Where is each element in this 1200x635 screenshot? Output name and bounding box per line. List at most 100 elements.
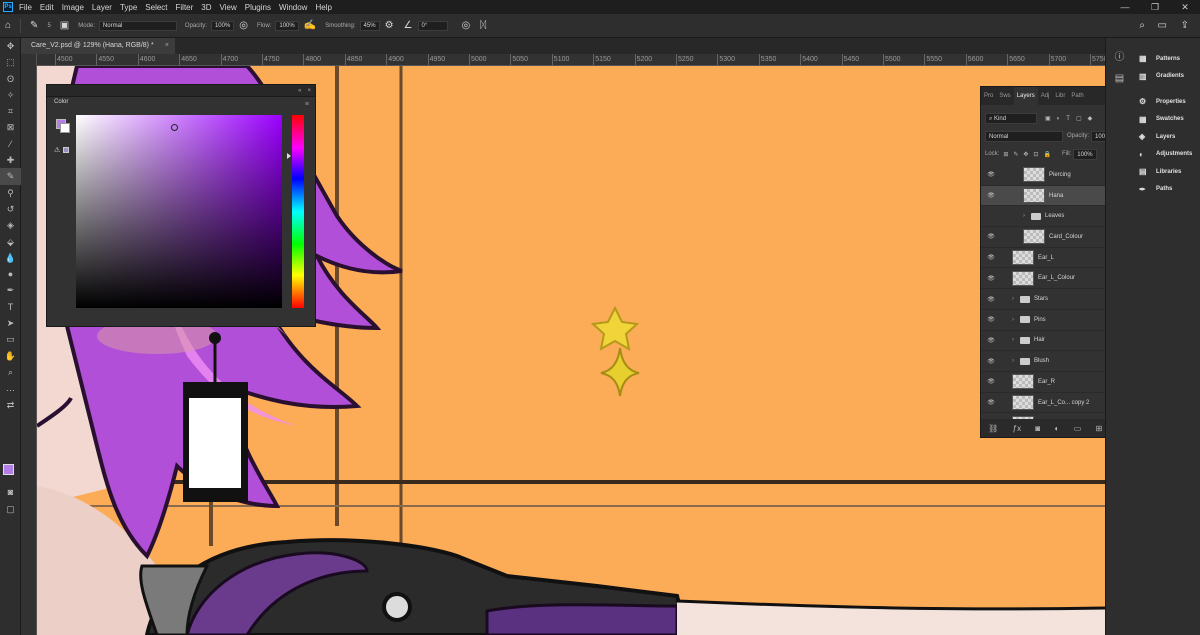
- flow-field[interactable]: 100%: [275, 20, 299, 31]
- share-icon[interactable]: ⇪: [1181, 20, 1189, 31]
- type-tool-icon[interactable]: T: [0, 299, 21, 315]
- history-brush-tool-icon[interactable]: ↺: [0, 201, 21, 217]
- eraser-tool-icon[interactable]: ◈: [0, 217, 21, 233]
- expand-group-chevron-icon[interactable]: ›: [1023, 213, 1031, 219]
- layer-row[interactable]: 👁 Hana: [981, 185, 1125, 207]
- expand-group-chevron-icon[interactable]: ›: [1012, 337, 1020, 343]
- dock-swatches[interactable]: ▦ Swatches: [1133, 111, 1200, 129]
- minimize-button[interactable]: —: [1110, 0, 1140, 14]
- lasso-tool-icon[interactable]: ʘ: [0, 71, 21, 87]
- visibility-eye-icon[interactable]: 👁: [981, 378, 1001, 385]
- layer-row[interactable]: 👁 › Stars: [981, 289, 1125, 310]
- horizontal-ruler[interactable]: 4500 4550 4600 4650 4700 4750 4800 4850 4900 4950…: [37, 54, 1105, 66]
- search-icon[interactable]: ⌕: [1139, 20, 1145, 31]
- expand-group-chevron-icon[interactable]: ›: [1012, 317, 1020, 323]
- layer-kind-filter-select[interactable]: ⌕ Kind: [985, 112, 1037, 124]
- mask-icon[interactable]: ◙: [1035, 424, 1040, 433]
- foreground-color-swatch[interactable]: [3, 464, 14, 475]
- menu-view[interactable]: View: [220, 3, 237, 12]
- layer-thumbnail[interactable]: [1012, 270, 1034, 286]
- more-tools-icon[interactable]: …: [0, 380, 21, 396]
- menu-3d[interactable]: 3D: [201, 3, 211, 12]
- layer-thumbnail[interactable]: [1012, 395, 1034, 411]
- opacity-field[interactable]: 100%: [210, 20, 235, 31]
- hand-tool-icon[interactable]: ✋: [0, 348, 21, 364]
- visibility-eye-icon[interactable]: 👁: [981, 233, 1001, 240]
- new-layer-icon[interactable]: ⊞: [1096, 424, 1103, 433]
- lock-icons[interactable]: ⊞✎✥⊡🔒: [1003, 151, 1056, 158]
- mode-select[interactable]: Normal: [98, 20, 177, 31]
- fx-icon[interactable]: ƒx: [1013, 424, 1021, 433]
- shape-tool-icon[interactable]: ▭: [0, 331, 21, 347]
- out-of-gamut-warning-icon[interactable]: ⚠: [54, 146, 60, 154]
- marquee-tool-icon[interactable]: ⬚: [0, 54, 21, 70]
- folder-icon[interactable]: ▭: [1074, 424, 1082, 433]
- color-panel-background-swatch[interactable]: [60, 123, 70, 133]
- tab-layers[interactable]: Layers: [1013, 87, 1038, 105]
- path-selection-tool-icon[interactable]: ➤: [0, 315, 21, 331]
- visibility-eye-icon[interactable]: 👁: [981, 337, 1001, 344]
- dock-adjustments[interactable]: ◐ Adjustments: [1133, 146, 1200, 164]
- menu-select[interactable]: Select: [145, 3, 167, 12]
- visibility-eye-icon[interactable]: 👁: [981, 254, 1001, 261]
- visibility-eye-icon[interactable]: 👁: [981, 192, 1001, 199]
- dock-libraries[interactable]: ▤ Libraries: [1133, 163, 1200, 181]
- visibility-eye-icon[interactable]: 👁: [981, 358, 1001, 365]
- layer-row[interactable]: 👁 › Pins: [981, 310, 1125, 331]
- zoom-tool-icon[interactable]: ⌕: [0, 364, 21, 380]
- layer-thumbnail[interactable]: [1023, 229, 1045, 245]
- expand-group-chevron-icon[interactable]: ›: [1012, 296, 1020, 302]
- blur-tool-icon[interactable]: 💧: [0, 250, 21, 266]
- visibility-eye-icon[interactable]: 👁: [981, 275, 1001, 282]
- menu-layer[interactable]: Layer: [92, 3, 112, 12]
- layer-thumbnail[interactable]: [1012, 250, 1034, 266]
- history-icon[interactable]: ▤: [1106, 73, 1133, 84]
- document-tab[interactable]: Care_V2.psd @ 129% (Hana, RGB/8) * ×: [21, 38, 175, 54]
- clone-stamp-tool-icon[interactable]: ⚲: [0, 185, 21, 201]
- menu-window[interactable]: Window: [279, 3, 307, 12]
- dock-layers[interactable]: ◈ Layers: [1133, 128, 1200, 146]
- brush-tool-icon[interactable]: ✎: [0, 168, 21, 185]
- restore-button[interactable]: ❐: [1140, 0, 1170, 14]
- tab-properties[interactable]: Pro: [981, 93, 996, 99]
- brush-settings-icon[interactable]: ▣: [60, 20, 69, 31]
- blend-mode-select[interactable]: Normal: [985, 130, 1063, 142]
- visibility-eye-icon[interactable]: 👁: [981, 171, 1001, 178]
- visibility-eye-icon[interactable]: 👁: [981, 399, 1001, 406]
- frame-tool-icon[interactable]: ⊠: [0, 119, 21, 135]
- menu-type[interactable]: Type: [120, 3, 137, 12]
- symmetry-icon[interactable]: ᛞ: [480, 20, 486, 31]
- layer-row[interactable]: 👁 Ear_L_Co... copy 2: [981, 393, 1125, 414]
- layer-row[interactable]: 👁 Ear_R: [981, 372, 1125, 393]
- brush-preset-icon[interactable]: ✎: [30, 20, 38, 31]
- gamut-correction-swatch[interactable]: [63, 147, 69, 153]
- tab-libraries[interactable]: Libr: [1052, 93, 1068, 99]
- menu-help[interactable]: Help: [315, 3, 331, 12]
- layer-row[interactable]: 👁 Ear_L: [981, 248, 1125, 269]
- menu-image[interactable]: Image: [62, 3, 84, 12]
- link-icon[interactable]: ⛓: [988, 424, 998, 433]
- hue-slider-handle[interactable]: [287, 153, 291, 159]
- home-icon[interactable]: ⌂: [5, 20, 11, 31]
- layer-row[interactable]: 👁 Card_Colour: [981, 227, 1125, 248]
- quick-mask-icon[interactable]: ◙: [0, 484, 21, 500]
- layer-fill-field[interactable]: 100%: [1073, 148, 1097, 160]
- pen-tool-icon[interactable]: ✒: [0, 282, 21, 298]
- close-window-button[interactable]: ✕: [1170, 0, 1200, 14]
- layer-thumbnail[interactable]: [1023, 188, 1045, 204]
- paint-bucket-tool-icon[interactable]: ⬙: [0, 234, 21, 250]
- crop-tool-icon[interactable]: ⌗: [0, 103, 21, 119]
- collapse-panel-icon[interactable]: «: [298, 88, 301, 94]
- dodge-tool-icon[interactable]: ●: [0, 266, 21, 282]
- move-tool-icon[interactable]: ✥: [0, 38, 21, 54]
- info-icon[interactable]: ⓘ: [1106, 48, 1133, 63]
- dock-paths[interactable]: ✒ Paths: [1133, 181, 1200, 199]
- smoothing-field[interactable]: 45%: [359, 20, 380, 31]
- layer-thumbnail[interactable]: [1012, 374, 1034, 390]
- color-panel-tab[interactable]: Color: [48, 97, 75, 107]
- layer-row[interactable]: 👁 › Hair: [981, 331, 1125, 352]
- airbrush-icon[interactable]: ✍: [304, 20, 316, 31]
- smoothing-settings-gear-icon[interactable]: ⚙: [385, 20, 394, 31]
- magic-wand-tool-icon[interactable]: ✧: [0, 87, 21, 103]
- screen-mode-icon[interactable]: ▢: [0, 501, 21, 517]
